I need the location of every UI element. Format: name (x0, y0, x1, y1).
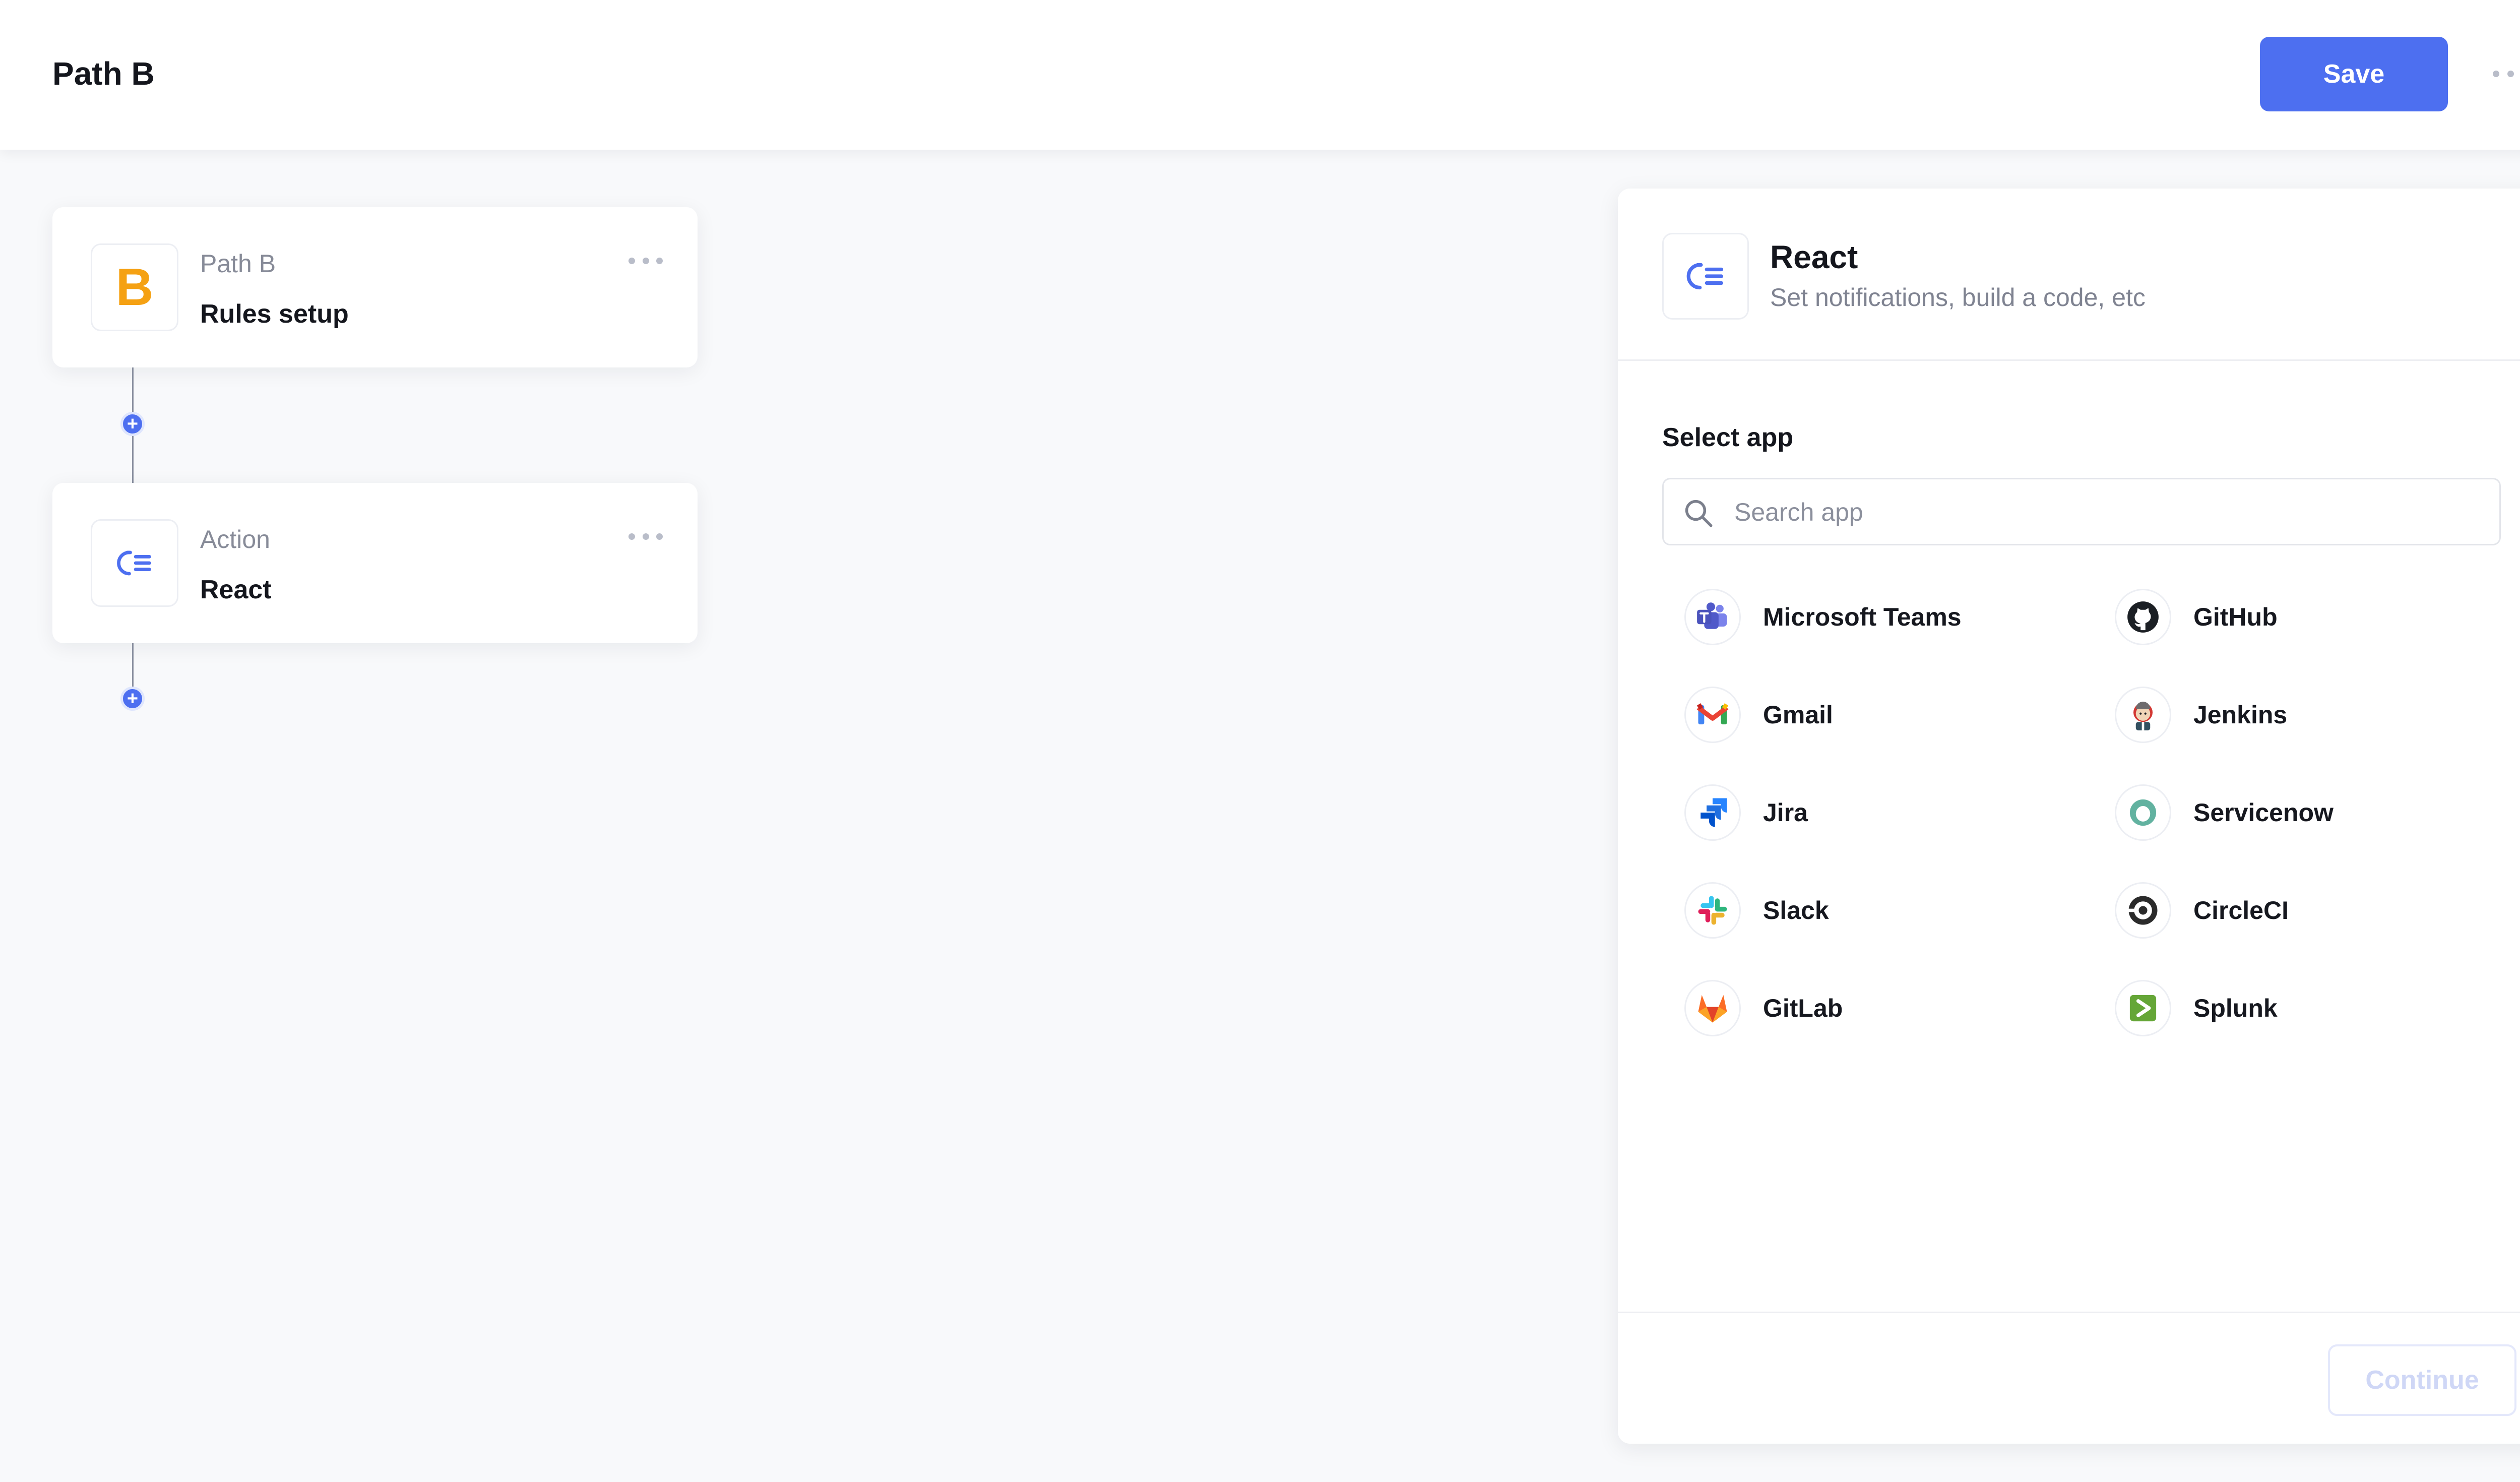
action-card-more-icon[interactable] (628, 527, 663, 545)
app-item-servicenow[interactable]: Servicenow (2115, 775, 2498, 850)
app-item-slack[interactable]: Slack (1684, 873, 2067, 948)
splunk-icon (2115, 980, 2171, 1036)
path-b-icon: B (91, 243, 178, 331)
select-app-label: Select app (1662, 423, 1794, 452)
app-item-microsoft-teams[interactable]: Microsoft Teams (1684, 579, 2067, 655)
dot (2493, 70, 2499, 77)
app-name: CircleCI (2193, 896, 2289, 924)
app-select-panel: React Set notifications, build a code, e… (1618, 189, 2520, 1444)
app-item-github[interactable]: GitHub (2115, 579, 2498, 655)
action-card[interactable]: Action React (52, 483, 698, 643)
path-card[interactable]: B Path B Rules setup (52, 207, 698, 367)
action-card-kicker: Action (200, 525, 270, 553)
path-letter: B (115, 258, 154, 317)
app-name: Gmail (1763, 701, 1833, 729)
github-icon (2115, 589, 2171, 645)
app-item-gitlab[interactable]: GitLab (1684, 970, 2067, 1046)
path-card-heading: Rules setup (200, 299, 349, 329)
app-item-circleci[interactable]: CircleCI (2115, 873, 2498, 948)
slack-icon (1684, 882, 1741, 939)
app-name: Splunk (2193, 994, 2278, 1022)
jira-icon (1684, 784, 1741, 841)
app-name: Jira (1763, 798, 1808, 827)
app-name: GitHub (2193, 603, 2278, 631)
microsoft-teams-icon (1684, 589, 1741, 645)
panel-footer: Continue (1618, 1312, 2520, 1444)
page-title: Path B (52, 55, 155, 92)
plus-circle-icon[interactable]: + (120, 687, 145, 711)
top-bar: Path B Save (0, 0, 2520, 150)
dot (2507, 70, 2514, 77)
continue-button[interactable]: Continue (2328, 1344, 2516, 1416)
save-button[interactable]: Save (2260, 37, 2448, 111)
connector-line (132, 436, 134, 483)
path-card-more-icon[interactable] (628, 252, 663, 270)
dot (656, 533, 663, 540)
servicenow-icon (2115, 784, 2171, 841)
jenkins-icon (2115, 687, 2171, 743)
dot (642, 533, 649, 540)
dot (656, 257, 663, 264)
panel-subtitle: Set notifications, build a code, etc (1770, 283, 2146, 312)
app-name: Microsoft Teams (1763, 603, 1962, 631)
app-name: GitLab (1763, 994, 1843, 1022)
dot (628, 533, 635, 540)
connector-line (132, 643, 134, 688)
circleci-icon (2115, 882, 2171, 939)
search-input[interactable] (1734, 489, 2480, 535)
app-item-jenkins[interactable]: Jenkins (2115, 677, 2498, 753)
app-name: Slack (1763, 896, 1829, 924)
dot (628, 257, 635, 264)
search-box[interactable] (1662, 478, 2501, 545)
gitlab-icon (1684, 980, 1741, 1036)
connector-line (132, 367, 134, 413)
app-item-jira[interactable]: Jira (1684, 775, 2067, 850)
dot (642, 257, 649, 264)
action-card-heading: React (200, 575, 272, 604)
app-name: Jenkins (2193, 701, 2288, 729)
react-action-icon (1662, 233, 1749, 320)
app-item-gmail[interactable]: Gmail (1684, 677, 2067, 753)
search-icon (1685, 500, 1713, 527)
app-name: Servicenow (2193, 798, 2334, 827)
plus-circle-icon[interactable]: + (120, 412, 145, 436)
gmail-icon (1684, 687, 1741, 743)
react-action-icon (91, 519, 178, 607)
app-item-splunk[interactable]: Splunk (2115, 970, 2498, 1046)
path-card-kicker: Path B (200, 250, 276, 278)
more-horizontal-icon[interactable] (2493, 58, 2520, 89)
panel-header: React Set notifications, build a code, e… (1618, 189, 2520, 361)
panel-title: React (1770, 239, 1858, 275)
